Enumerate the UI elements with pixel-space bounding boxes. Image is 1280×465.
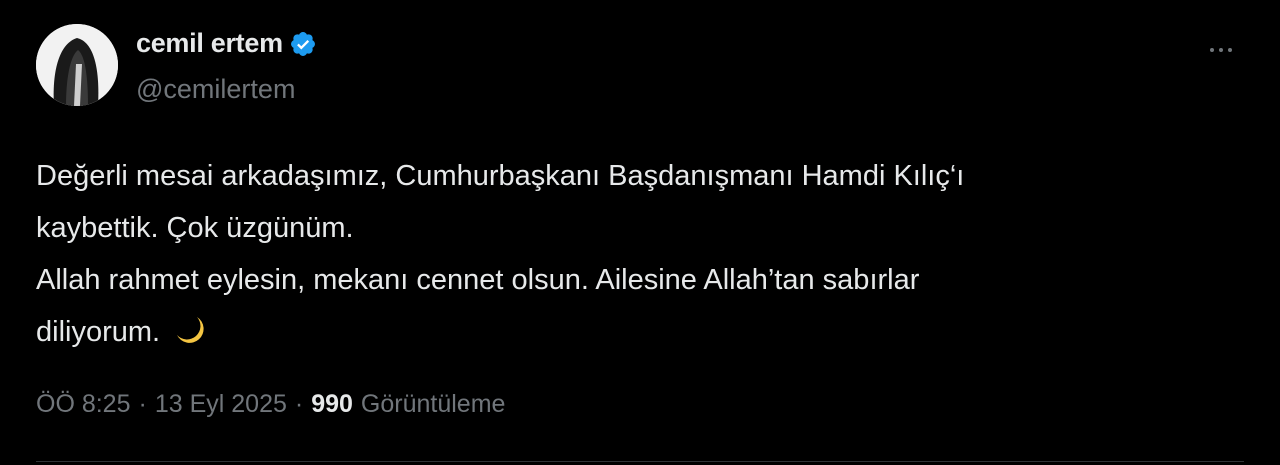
tweet-line: Allah rahmet eylesin, mekanı cennet olsu… <box>36 264 920 296</box>
tweet-line: Değerli mesai arkadaşımız, Cumhurbaşkanı… <box>36 160 965 192</box>
views-count[interactable]: 990 <box>311 390 353 419</box>
tweet-meta: ÖÖ 8:25 · 13 Eyl 2025 · 990 Görüntüleme <box>36 390 505 419</box>
separator: · <box>294 390 304 418</box>
tweet-line: kaybettik. Çok üzgünüm. <box>36 212 354 244</box>
avatar[interactable] <box>36 24 118 106</box>
tweet-date[interactable]: 13 Eyl 2025 <box>155 390 287 419</box>
author-display-name[interactable]: cemil ertem <box>136 28 283 59</box>
views-label[interactable]: Görüntüleme <box>361 390 506 419</box>
divider <box>36 461 1244 462</box>
crescent-moon-icon <box>172 312 206 364</box>
tweet-text: Değerli mesai arkadaşımız, Cumhurbaşkanı… <box>36 150 1236 364</box>
author-handle[interactable]: @cemilertem <box>136 74 295 105</box>
dot <box>1219 48 1223 52</box>
dot <box>1210 48 1214 52</box>
tweet-line: diliyorum. <box>36 316 161 348</box>
profile-photo <box>36 24 118 106</box>
tweet-last-line: diliyorum. <box>36 306 1236 364</box>
separator: · <box>138 390 147 418</box>
verified-badge-icon[interactable] <box>289 30 317 58</box>
dot <box>1228 48 1232 52</box>
author-name-row: cemil ertem <box>136 28 317 59</box>
more-options-icon[interactable] <box>1200 40 1242 60</box>
tweet-time[interactable]: ÖÖ 8:25 <box>36 390 131 419</box>
